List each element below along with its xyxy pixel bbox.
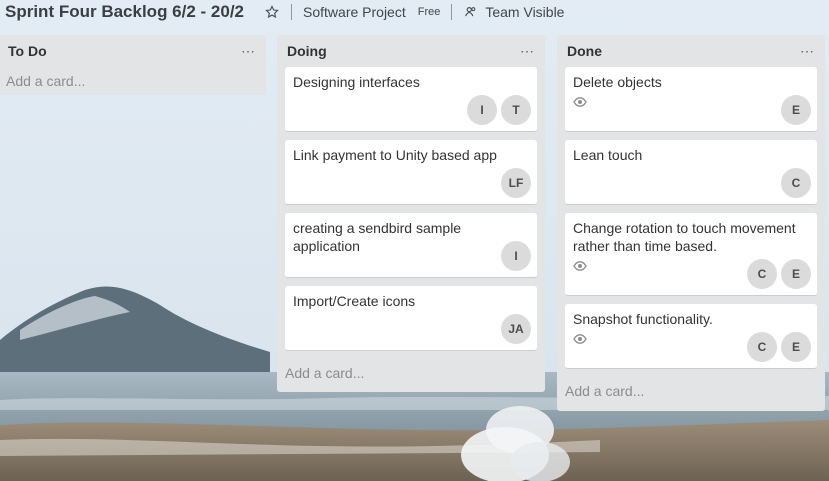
eye-icon (573, 261, 587, 271)
eye-icon (573, 334, 587, 344)
list-title[interactable]: Done (567, 43, 602, 59)
list-header: Done ⋯ (557, 35, 825, 67)
avatar[interactable]: E (781, 95, 811, 125)
card-title: Lean touch (573, 147, 643, 163)
list-menu-icon[interactable]: ⋯ (520, 43, 535, 60)
card-title: Import/Create icons (293, 293, 416, 309)
avatar[interactable]: T (501, 95, 531, 125)
header-divider (291, 4, 293, 20)
avatar[interactable]: I (501, 241, 531, 271)
card-members: JA (501, 314, 531, 344)
card-list: Delete objects E Lean touch C Change rot… (557, 67, 825, 369)
avatar[interactable]: JA (501, 314, 531, 344)
team-icon (463, 4, 479, 20)
card[interactable]: Delete objects E (565, 67, 817, 132)
add-card-button[interactable]: Add a card... (0, 67, 266, 95)
board-title[interactable]: Sprint Four Backlog 6/2 - 20/2 (0, 2, 244, 22)
list-title[interactable]: To Do (8, 43, 47, 59)
card-members: I (501, 241, 531, 271)
visibility-label[interactable]: Team Visible (485, 4, 564, 20)
add-card-button[interactable]: Add a card... (277, 359, 545, 387)
list-todo: To Do ⋯ Add a card... (0, 35, 266, 95)
card[interactable]: Import/Create icons JA (285, 286, 537, 351)
list-doing: Doing ⋯ Designing interfaces I T Link pa… (277, 35, 545, 392)
card-title: Link payment to Unity based app (293, 147, 497, 163)
avatar[interactable]: E (781, 259, 811, 289)
list-menu-icon[interactable]: ⋯ (241, 43, 256, 60)
card-members: E (781, 95, 811, 125)
card-members: I T (467, 95, 531, 125)
list-header: To Do ⋯ (0, 35, 266, 67)
card[interactable]: creating a sendbird sample application I (285, 213, 537, 278)
project-name[interactable]: Software Project (303, 4, 406, 20)
list-menu-icon[interactable]: ⋯ (800, 43, 815, 60)
card[interactable]: Link payment to Unity based app LF (285, 140, 537, 205)
card-title: Designing interfaces (293, 74, 420, 90)
card[interactable]: Designing interfaces I T (285, 67, 537, 132)
card-title: Snapshot functionality. (573, 311, 713, 327)
card-list: Designing interfaces I T Link payment to… (277, 67, 545, 351)
card-members: C E (747, 259, 811, 289)
avatar[interactable]: I (467, 95, 497, 125)
list-done: Done ⋯ Delete objects E Lean touch C Cha… (557, 35, 825, 411)
card[interactable]: Snapshot functionality. C E (565, 304, 817, 369)
star-icon[interactable] (264, 4, 280, 20)
avatar[interactable]: E (781, 332, 811, 362)
plan-badge: Free (417, 6, 441, 18)
card-title: creating a sendbird sample application (293, 220, 462, 254)
card[interactable]: Lean touch C (565, 140, 817, 205)
card[interactable]: Change rotation to touch movement rather… (565, 213, 817, 296)
add-card-button[interactable]: Add a card... (557, 377, 825, 405)
card-members: LF (501, 168, 531, 198)
header-divider (451, 4, 453, 20)
avatar[interactable]: LF (501, 168, 531, 198)
avatar[interactable]: C (747, 259, 777, 289)
list-header: Doing ⋯ (277, 35, 545, 67)
avatar[interactable]: C (781, 168, 811, 198)
card-members: C (781, 168, 811, 198)
card-members: C E (747, 332, 811, 362)
board-header: Sprint Four Backlog 6/2 - 20/2 Software … (0, 0, 829, 24)
card-title: Change rotation to touch movement rather… (573, 220, 796, 254)
card-title: Delete objects (573, 74, 662, 90)
avatar[interactable]: C (747, 332, 777, 362)
list-title[interactable]: Doing (287, 43, 327, 59)
eye-icon (573, 97, 587, 107)
